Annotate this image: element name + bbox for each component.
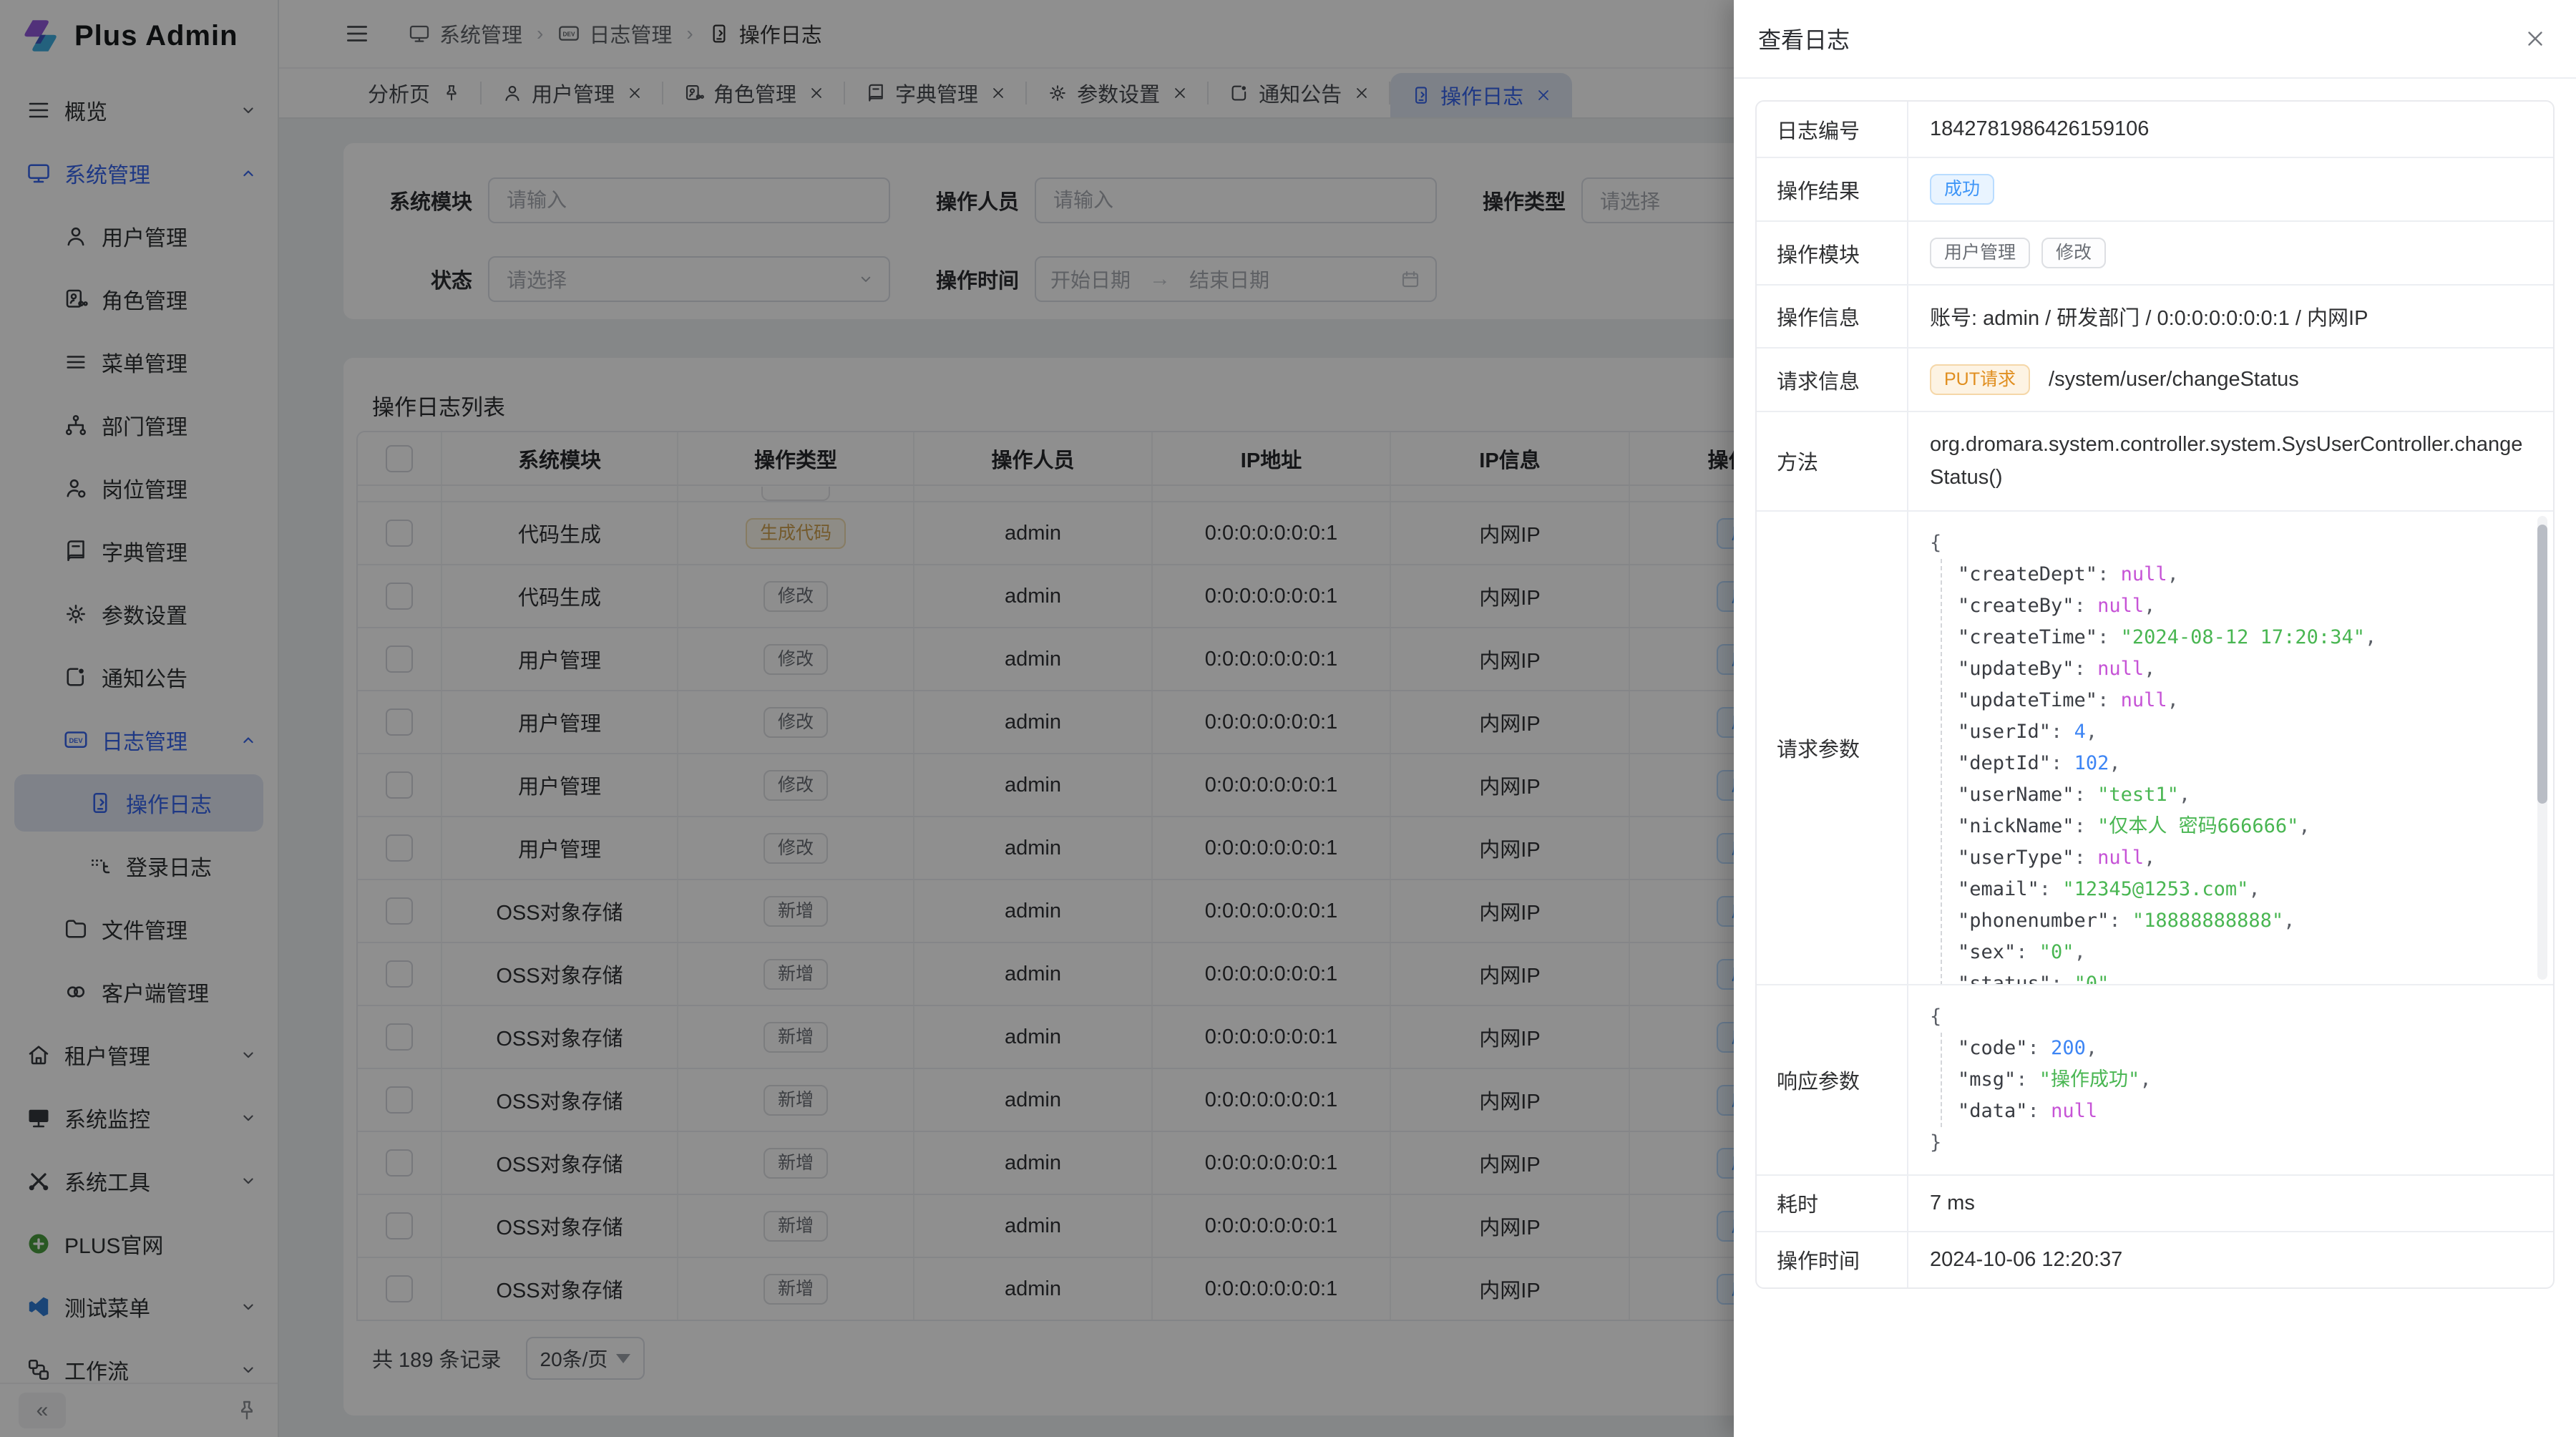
drawer-header: 查看日志 xyxy=(1734,0,2576,79)
log-detail-descriptions: 日志编号1842781986426159106操作结果成功操作模块用户管理修改操… xyxy=(1755,100,2555,1289)
detail-row-0: 日志编号 1842781986426159106 xyxy=(1757,102,2553,158)
detail-label: 操作时间 xyxy=(1757,1232,1908,1287)
detail-row-8: 耗时 7 ms xyxy=(1757,1176,2553,1232)
detail-label: 请求信息 xyxy=(1757,349,1908,411)
detail-row-2: 操作模块用户管理修改 xyxy=(1757,222,2553,286)
module-tag: 修改 xyxy=(2041,238,2106,268)
detail-value: 7 ms xyxy=(1930,1192,1975,1215)
detail-label: 响应参数 xyxy=(1757,985,1908,1174)
http-method-tag: PUT请求 xyxy=(1930,364,2030,395)
detail-label: 操作结果 xyxy=(1757,158,1908,220)
app-root: Plus Admin 概览系统管理用户管理角色管理菜单管理部门管理岗位管理字典管… xyxy=(0,0,2576,1437)
detail-value: 账号: admin / 研发部门 / 0:0:0:0:0:0:0:1 / 内网I… xyxy=(1930,301,2368,331)
detail-label: 方法 xyxy=(1757,412,1908,510)
detail-row-3: 操作信息账号: admin / 研发部门 / 0:0:0:0:0:0:0:1 /… xyxy=(1757,286,2553,349)
detail-row-4: 请求信息 PUT请求/system/user/changeStatus xyxy=(1757,349,2553,412)
detail-row-6: 请求参数{"createDept": null,"createBy": null… xyxy=(1757,512,2553,985)
detail-value: 1842781986426159106 xyxy=(1930,117,2149,141)
request-url: /system/user/changeStatus xyxy=(2049,368,2299,391)
detail-label: 操作信息 xyxy=(1757,286,1908,347)
drawer-body: 日志编号1842781986426159106操作结果成功操作模块用户管理修改操… xyxy=(1734,79,2576,1310)
detail-label: 耗时 xyxy=(1757,1176,1908,1231)
json-code: {"code": 200,"msg": "操作成功","data": null} xyxy=(1930,1001,2532,1159)
log-detail-drawer: 查看日志 日志编号1842781986426159106操作结果成功操作模块用户… xyxy=(1734,0,2576,1437)
drawer-title: 查看日志 xyxy=(1758,22,1850,55)
detail-row-5: 方法 org.dromara.system.controller.system.S… xyxy=(1757,412,2553,512)
close-icon[interactable] xyxy=(2523,26,2547,51)
detail-row-9: 操作时间 2024-10-06 12:20:37 xyxy=(1757,1232,2553,1287)
code-scrollbar xyxy=(2537,516,2547,980)
detail-value: 2024-10-06 12:20:37 xyxy=(1930,1248,2122,1272)
detail-row-1: 操作结果成功 xyxy=(1757,158,2553,222)
detail-value: org.dromara.system.controller.system.Sys… xyxy=(1930,428,2532,495)
drawer-overlay[interactable] xyxy=(0,0,1734,1437)
code-scrollbar-thumb[interactable] xyxy=(2537,525,2547,804)
detail-row-7: 响应参数{"code": 200,"msg": "操作成功","data": n… xyxy=(1757,985,2553,1176)
module-tag: 用户管理 xyxy=(1930,238,2030,268)
detail-label: 请求参数 xyxy=(1757,512,1908,984)
detail-label: 日志编号 xyxy=(1757,102,1908,157)
detail-label: 操作模块 xyxy=(1757,222,1908,284)
json-code: {"createDept": null,"createBy": null,"cr… xyxy=(1930,527,2532,984)
result-tag: 成功 xyxy=(1930,174,1994,205)
